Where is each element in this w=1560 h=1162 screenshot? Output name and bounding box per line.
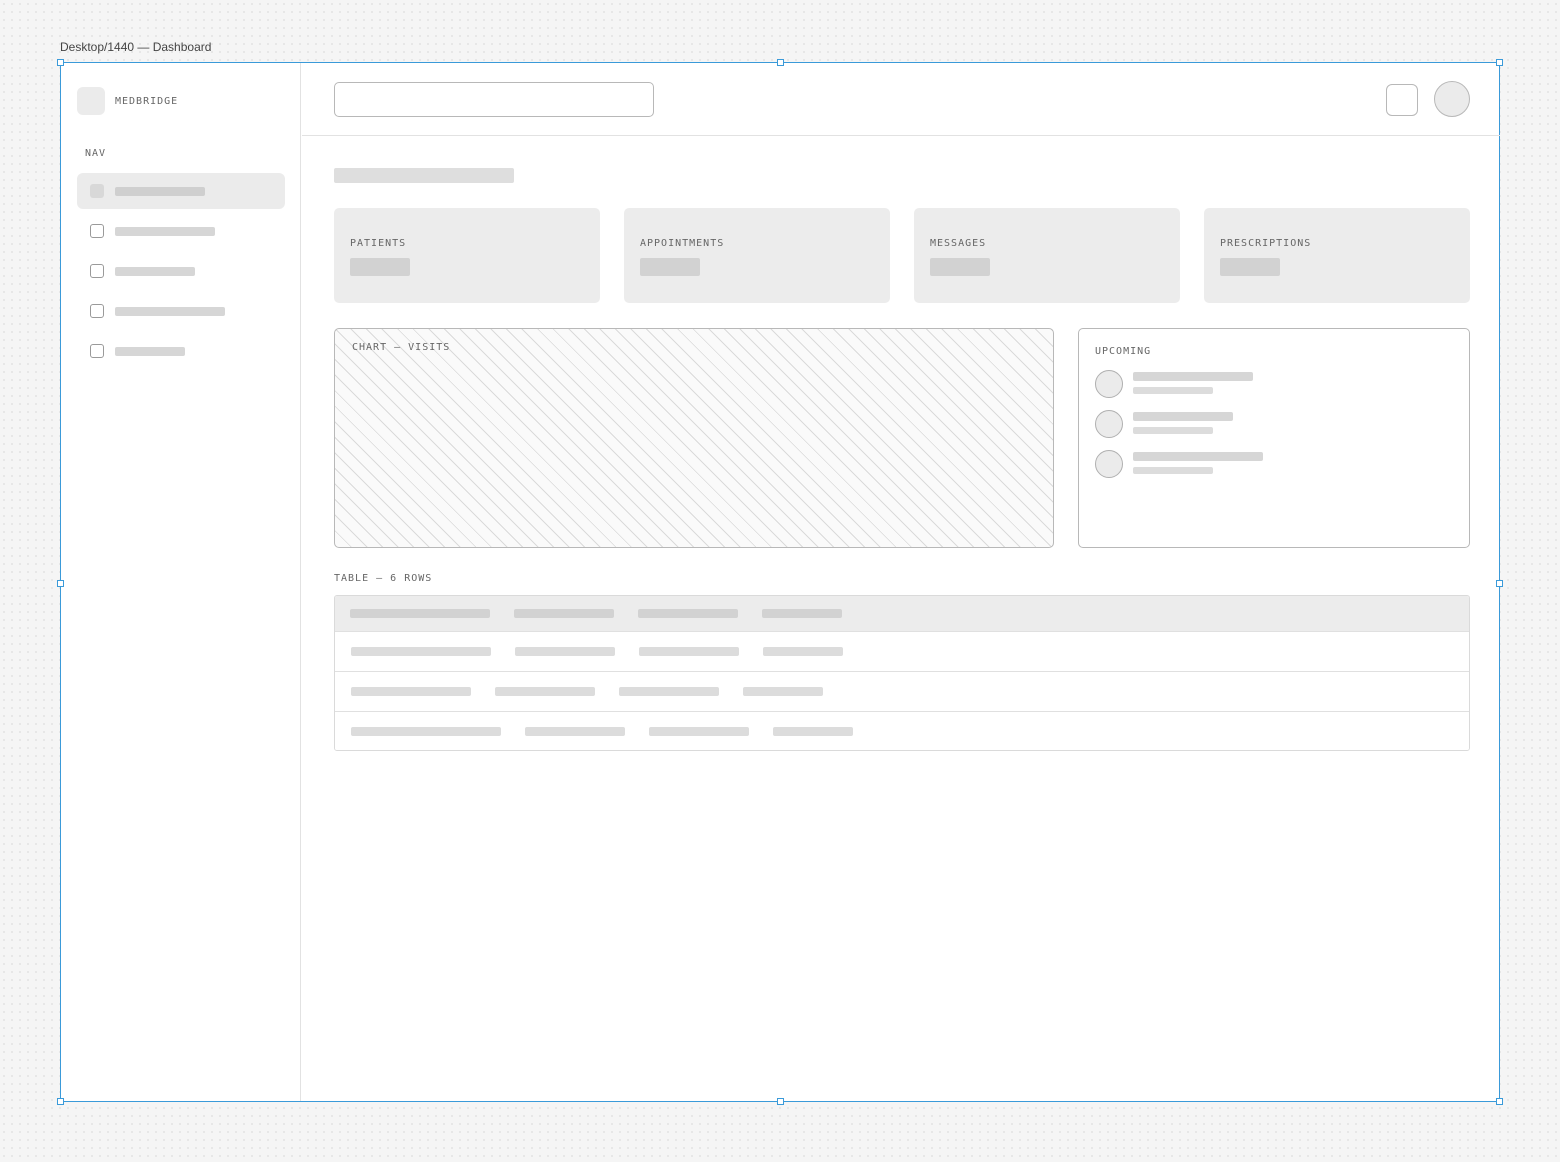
nav-item-icon	[90, 264, 104, 278]
nav-item-label-placeholder	[115, 227, 215, 236]
sidebar: MEDBRIDGE NAV	[61, 63, 301, 1101]
frame-label: Desktop/1440 — Dashboard	[60, 40, 212, 54]
cell-placeholder	[525, 727, 625, 736]
avatar[interactable]	[1434, 81, 1470, 117]
stat-label: APPOINTMENTS	[640, 238, 725, 249]
dashboard-frame[interactable]: MEDBRIDGE NAV PATIENTS APPOINTMENTS MESS…	[57, 59, 1503, 1105]
brand-name: MEDBRIDGE	[115, 96, 179, 107]
cell-placeholder	[639, 647, 739, 656]
table-label: TABLE — 6 ROWS	[334, 573, 433, 584]
top-bar	[302, 63, 1500, 136]
nav-item-icon	[90, 344, 104, 358]
cell-placeholder	[351, 647, 491, 656]
nav-item-icon	[90, 184, 104, 198]
upcoming-title-placeholder	[1133, 372, 1253, 381]
nav-item-5[interactable]	[77, 333, 285, 369]
nav-item-2[interactable]	[77, 213, 285, 249]
stat-card-appointments[interactable]: APPOINTMENTS	[624, 208, 890, 303]
nav-item-label-placeholder	[115, 187, 205, 196]
chart-label: CHART — VISITS	[352, 342, 451, 353]
cell-placeholder	[351, 687, 471, 696]
nav-item-label-placeholder	[115, 267, 195, 276]
cell-placeholder	[649, 727, 749, 736]
nav-item-icon	[90, 224, 104, 238]
notification-button[interactable]	[1386, 84, 1418, 116]
stat-value-placeholder	[640, 258, 700, 276]
nav-item-1[interactable]	[77, 173, 285, 209]
table-header	[335, 596, 1469, 632]
table-row[interactable]	[335, 671, 1469, 711]
stat-label: PRESCRIPTIONS	[1220, 238, 1312, 249]
stat-value-placeholder	[350, 258, 410, 276]
upcoming-label: UPCOMING	[1095, 346, 1152, 357]
logo-icon	[77, 87, 105, 115]
table-row[interactable]	[335, 631, 1469, 671]
table-row[interactable]	[335, 711, 1469, 750]
cell-placeholder	[619, 687, 719, 696]
avatar-icon	[1095, 450, 1123, 478]
cell-placeholder	[773, 727, 853, 736]
resize-handle-bottom-right[interactable]	[1496, 1098, 1503, 1105]
upcoming-panel: UPCOMING	[1078, 328, 1470, 548]
nav-item-4[interactable]	[77, 293, 285, 329]
upcoming-subtitle-placeholder	[1133, 427, 1213, 434]
header-cell-placeholder	[350, 609, 490, 618]
upcoming-item[interactable]	[1095, 370, 1455, 400]
stat-value-placeholder	[1220, 258, 1280, 276]
upcoming-subtitle-placeholder	[1133, 467, 1213, 474]
stat-value-placeholder	[930, 258, 990, 276]
header-cell-placeholder	[638, 609, 738, 618]
cell-placeholder	[743, 687, 823, 696]
header-cell-placeholder	[762, 609, 842, 618]
upcoming-title-placeholder	[1133, 452, 1263, 461]
cell-placeholder	[495, 687, 595, 696]
cell-placeholder	[515, 647, 615, 656]
cell-placeholder	[351, 727, 501, 736]
upcoming-item[interactable]	[1095, 410, 1455, 440]
nav-item-label-placeholder	[115, 307, 225, 316]
resize-handle-right[interactable]	[1496, 580, 1503, 587]
nav-item-label-placeholder	[115, 347, 185, 356]
stat-card-messages[interactable]: MESSAGES	[914, 208, 1180, 303]
data-table	[334, 595, 1470, 751]
resize-handle-bottom[interactable]	[777, 1098, 784, 1105]
stat-label: MESSAGES	[930, 238, 987, 249]
nav-section-label: NAV	[85, 148, 107, 159]
avatar-icon	[1095, 410, 1123, 438]
chart-placeholder: CHART — VISITS	[334, 328, 1054, 548]
search-input[interactable]	[334, 82, 654, 117]
upcoming-title-placeholder	[1133, 412, 1233, 421]
stat-card-patients[interactable]: PATIENTS	[334, 208, 600, 303]
stat-card-prescriptions[interactable]: PRESCRIPTIONS	[1204, 208, 1470, 303]
nav-item-3[interactable]	[77, 253, 285, 289]
page-title-placeholder	[334, 168, 514, 183]
header-cell-placeholder	[514, 609, 614, 618]
nav-item-icon	[90, 304, 104, 318]
cell-placeholder	[763, 647, 843, 656]
avatar-icon	[1095, 370, 1123, 398]
upcoming-item[interactable]	[1095, 450, 1455, 480]
upcoming-subtitle-placeholder	[1133, 387, 1213, 394]
stat-label: PATIENTS	[350, 238, 407, 249]
